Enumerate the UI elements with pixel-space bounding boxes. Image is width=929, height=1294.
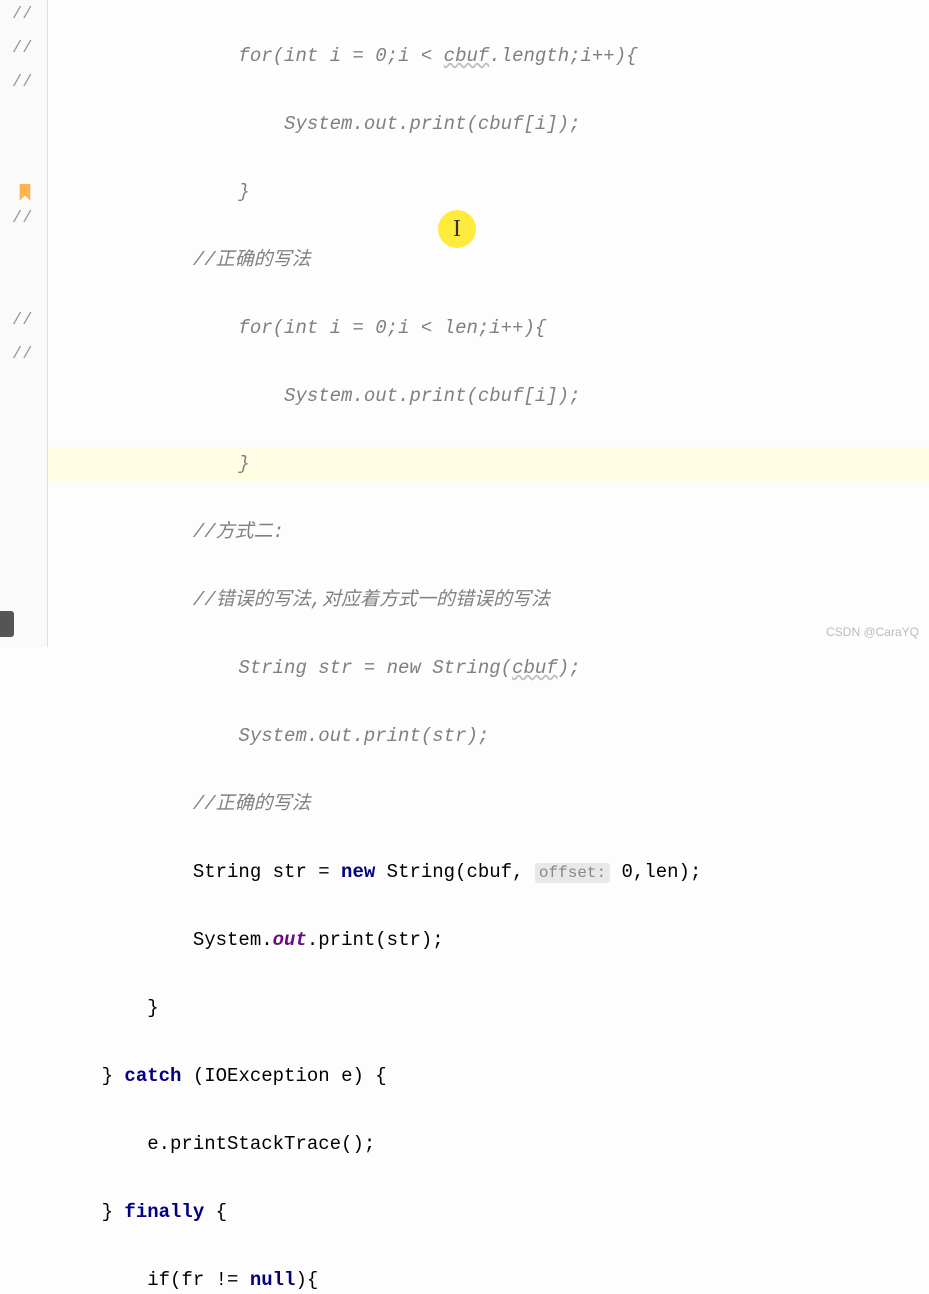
text-cursor-icon: I bbox=[453, 216, 461, 243]
param-hint: offset: bbox=[535, 863, 610, 883]
code-line: //方式二: bbox=[56, 521, 284, 543]
gutter-mark: // bbox=[12, 209, 32, 228]
code-line: System.out.print(cbuf[i]); bbox=[56, 385, 581, 407]
side-tab[interactable] bbox=[0, 611, 14, 637]
code-line: for(int i = 0;i < len;i++){ bbox=[56, 317, 546, 339]
code-line: System.out.print(str); bbox=[48, 923, 929, 957]
gutter-mark: // bbox=[12, 345, 32, 364]
code-line: String str = new String(cbuf, offset: 0,… bbox=[48, 855, 929, 889]
code-line: //正确的写法 bbox=[56, 249, 311, 271]
code-line: String str = new String(cbuf); bbox=[56, 657, 581, 679]
gutter-mark: // bbox=[12, 39, 32, 58]
code-line: } bbox=[56, 453, 250, 475]
code-line: } bbox=[56, 181, 250, 203]
code-line: System.out.print(cbuf[i]); bbox=[56, 113, 581, 135]
code-line: //正确的写法 bbox=[56, 793, 311, 815]
gutter-mark: // bbox=[12, 311, 32, 330]
code-line: } bbox=[56, 997, 159, 1019]
code-line: //错误的写法,对应着方式一的错误的写法 bbox=[56, 589, 550, 611]
code-line: e.printStackTrace(); bbox=[56, 1133, 375, 1155]
watermark: CSDN @CaraYQ bbox=[826, 625, 919, 639]
gutter-mark: // bbox=[12, 73, 32, 92]
code-line: } finally { bbox=[48, 1195, 929, 1229]
bookmark-icon[interactable] bbox=[18, 184, 32, 202]
gutter-mark: // bbox=[12, 5, 32, 24]
code-line: for(int i = 0;i < cbuf.length;i++){ bbox=[56, 45, 638, 67]
code-editor[interactable]: for(int i = 0;i < cbuf.length;i++){ Syst… bbox=[48, 0, 929, 1294]
code-line: if(fr != null){ bbox=[48, 1263, 929, 1294]
editor-gutter: // // // // // // bbox=[0, 0, 48, 647]
code-line: System.out.print(str); bbox=[56, 725, 489, 747]
code-line: } catch (IOException e) { bbox=[48, 1059, 929, 1093]
mouse-cursor-highlight: I bbox=[438, 210, 476, 248]
